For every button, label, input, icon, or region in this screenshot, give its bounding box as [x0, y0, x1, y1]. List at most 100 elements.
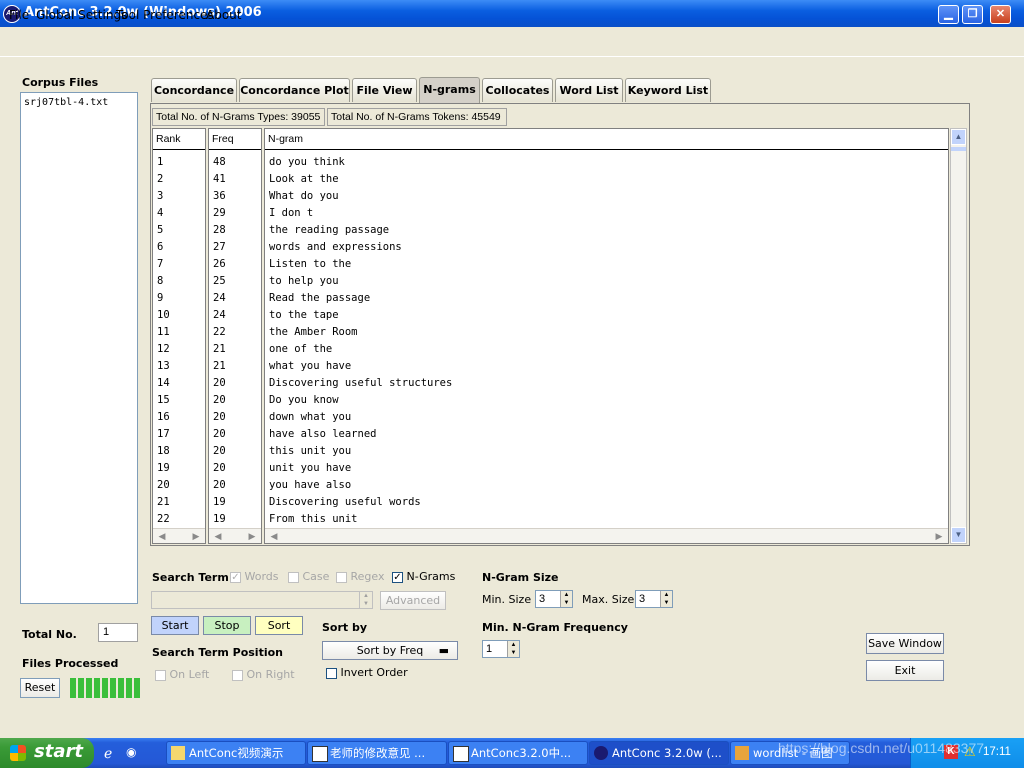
ngram-cell[interactable]: this unit you [269, 443, 948, 460]
freq-cell: 20 [213, 462, 226, 474]
freq-column[interactable]: Freq 48 41 36 29 28 27 26 25 24 24 22 21 21 20 20 20 20 2… [208, 128, 262, 544]
ngrams-option[interactable]: ✓ N-Grams [392, 570, 455, 583]
sort-button[interactable]: Sort [255, 616, 303, 635]
ngram-values[interactable]: do you think Look at the What do you I don … [265, 150, 948, 528]
ngram-cell[interactable]: unit you have [269, 460, 948, 477]
ngram-cell[interactable]: What do you [269, 188, 948, 205]
ngram-cell[interactable]: do you think [269, 154, 948, 171]
search-term-input[interactable]: ▲ ▼ [151, 591, 373, 609]
tab-collocates[interactable]: Collocates [482, 78, 553, 102]
sort-by-heading: Sort by [322, 621, 368, 634]
scroll-up-icon[interactable]: ▲ [951, 129, 966, 145]
task-antconc-video[interactable]: AntConc视频演示 [166, 741, 306, 765]
stop-button[interactable]: Stop [203, 616, 251, 635]
scroll-left-icon[interactable]: ◀ [155, 529, 169, 543]
ngram-cell[interactable]: Read the passage [269, 290, 948, 307]
ngram-cell[interactable]: From this unit [269, 511, 948, 528]
ngram-cell[interactable]: Discovering useful structures [269, 375, 948, 392]
ngram-cell[interactable]: the Amber Room [269, 324, 948, 341]
case-option: Case [288, 570, 329, 583]
freq-cell: 20 [213, 479, 226, 491]
ngram-cell[interactable]: you have also [269, 477, 948, 494]
start-button-taskbar[interactable]: start [0, 738, 94, 768]
stepper-arrows-icon[interactable]: ▲ ▼ [560, 591, 572, 607]
search-history-stepper-icon[interactable]: ▲ ▼ [359, 592, 372, 608]
min-size-stepper[interactable]: 3 ▲ ▼ [535, 590, 573, 608]
scroll-left-icon[interactable]: ◀ [211, 529, 225, 543]
stepper-arrows-icon[interactable]: ▲ ▼ [507, 641, 519, 657]
quicklaunch-icon[interactable]: ◉ [126, 745, 142, 761]
min-frequency-stepper[interactable]: 1 ▲ ▼ [482, 640, 520, 658]
scroll-down-icon[interactable]: ▼ [951, 527, 966, 543]
save-window-button[interactable]: Save Window [866, 633, 944, 654]
rank-column-header[interactable]: Rank [153, 129, 205, 150]
corpus-file-list[interactable]: srj07tbl-4.txt [20, 92, 138, 604]
freq-cell: 28 [213, 224, 226, 236]
corpus-file-item[interactable]: srj07tbl-4.txt [24, 97, 134, 108]
tab-word-list[interactable]: Word List [555, 78, 623, 102]
scroll-left-icon[interactable]: ◀ [267, 529, 281, 543]
tab-n-grams[interactable]: N-grams [419, 77, 480, 104]
ie-icon[interactable]: ℯ [104, 745, 120, 761]
ngram-cell[interactable]: what you have [269, 358, 948, 375]
ngram-cell[interactable]: to help you [269, 273, 948, 290]
scroll-right-icon[interactable]: ▶ [932, 529, 946, 543]
minimize-icon: ▁ [944, 8, 953, 20]
results-vertical-scrollbar[interactable]: ▲ ▼ [950, 128, 967, 544]
menu-file[interactable]: File [9, 8, 29, 22]
invert-order-checkbox[interactable] [326, 667, 337, 679]
task-antconc-cn[interactable]: AntConc3.2.0中... [448, 741, 588, 765]
minimize-button[interactable]: ▁ [938, 5, 959, 24]
ngram-cell[interactable]: Look at the [269, 171, 948, 188]
scroll-right-icon[interactable]: ▶ [245, 529, 259, 543]
rank-column[interactable]: Rank 1 2 3 4 5 6 7 8 9 10 11 12 13 14 15 16 17 18 19 20 21 22… [152, 128, 206, 544]
invert-order-option[interactable]: Invert Order [326, 666, 408, 679]
maximize-button[interactable]: ❐ [962, 5, 983, 24]
ngram-cell[interactable]: Discovering useful words [269, 494, 948, 511]
freq-cell: 20 [213, 377, 226, 389]
ngram-cell[interactable]: Listen to the [269, 256, 948, 273]
rank-cell: 4 [157, 207, 164, 219]
tab-keyword-list[interactable]: Keyword List [625, 78, 711, 102]
scroll-right-icon[interactable]: ▶ [189, 529, 203, 543]
max-size-stepper[interactable]: 3 ▲ ▼ [635, 590, 673, 608]
ngrams-checkbox[interactable]: ✓ [392, 571, 403, 583]
reset-button[interactable]: Reset [20, 678, 60, 698]
freq-column-header[interactable]: Freq [209, 129, 261, 150]
freq-horizontal-scrollbar[interactable]: ◀ ▶ [209, 528, 261, 543]
ngram-cell[interactable]: I don t [269, 205, 948, 222]
ngram-cell[interactable]: one of the [269, 341, 948, 358]
ngram-horizontal-scrollbar[interactable]: ◀ ▶ [265, 528, 948, 543]
ngram-column[interactable]: N-gram do you think Look at the What do yo… [264, 128, 949, 544]
ngram-cell[interactable]: to the tape [269, 307, 948, 324]
menu-global-settings[interactable]: Global Settings [36, 8, 127, 22]
ngram-cell[interactable]: have also learned [269, 426, 948, 443]
exit-button[interactable]: Exit [866, 660, 944, 681]
on-right-option: On Right [232, 668, 295, 681]
sort-by-dropdown[interactable]: Sort by Freq ▬ [322, 641, 458, 660]
menu-about[interactable]: About [206, 8, 241, 22]
ngram-column-header[interactable]: N-gram [265, 129, 948, 150]
task-teacher-notes[interactable]: 老师的修改意见 ... [307, 741, 447, 765]
regex-option: Regex [336, 570, 384, 583]
tab-concordance[interactable]: Concordance [151, 78, 237, 102]
stepper-arrows-icon[interactable]: ▲ ▼ [660, 591, 672, 607]
freq-cell: 41 [213, 173, 226, 185]
rank-cell: 1 [157, 156, 164, 168]
ngram-cell[interactable]: down what you [269, 409, 948, 426]
freq-cell: 36 [213, 190, 226, 202]
start-button[interactable]: Start [151, 616, 199, 635]
close-button[interactable]: ✕ [990, 5, 1011, 24]
task-antconc-window[interactable]: AntConc 3.2.0w (... [589, 741, 729, 765]
advanced-button[interactable]: Advanced [380, 591, 446, 610]
ngram-cell[interactable]: Do you know [269, 392, 948, 409]
tab-concordance-plot[interactable]: Concordance Plot [239, 78, 350, 102]
ngram-types-count: Total No. of N-Grams Types: 39055 [152, 108, 325, 126]
menu-tool-preferences[interactable]: Tool Preferences [116, 8, 214, 22]
scrollbar-thumb[interactable] [951, 147, 966, 151]
ngram-cell[interactable]: the reading passage [269, 222, 948, 239]
tab-file-view[interactable]: File View [352, 78, 417, 102]
rank-horizontal-scrollbar[interactable]: ◀ ▶ [153, 528, 205, 543]
freq-cell: 20 [213, 428, 226, 440]
ngram-cell[interactable]: words and expressions [269, 239, 948, 256]
